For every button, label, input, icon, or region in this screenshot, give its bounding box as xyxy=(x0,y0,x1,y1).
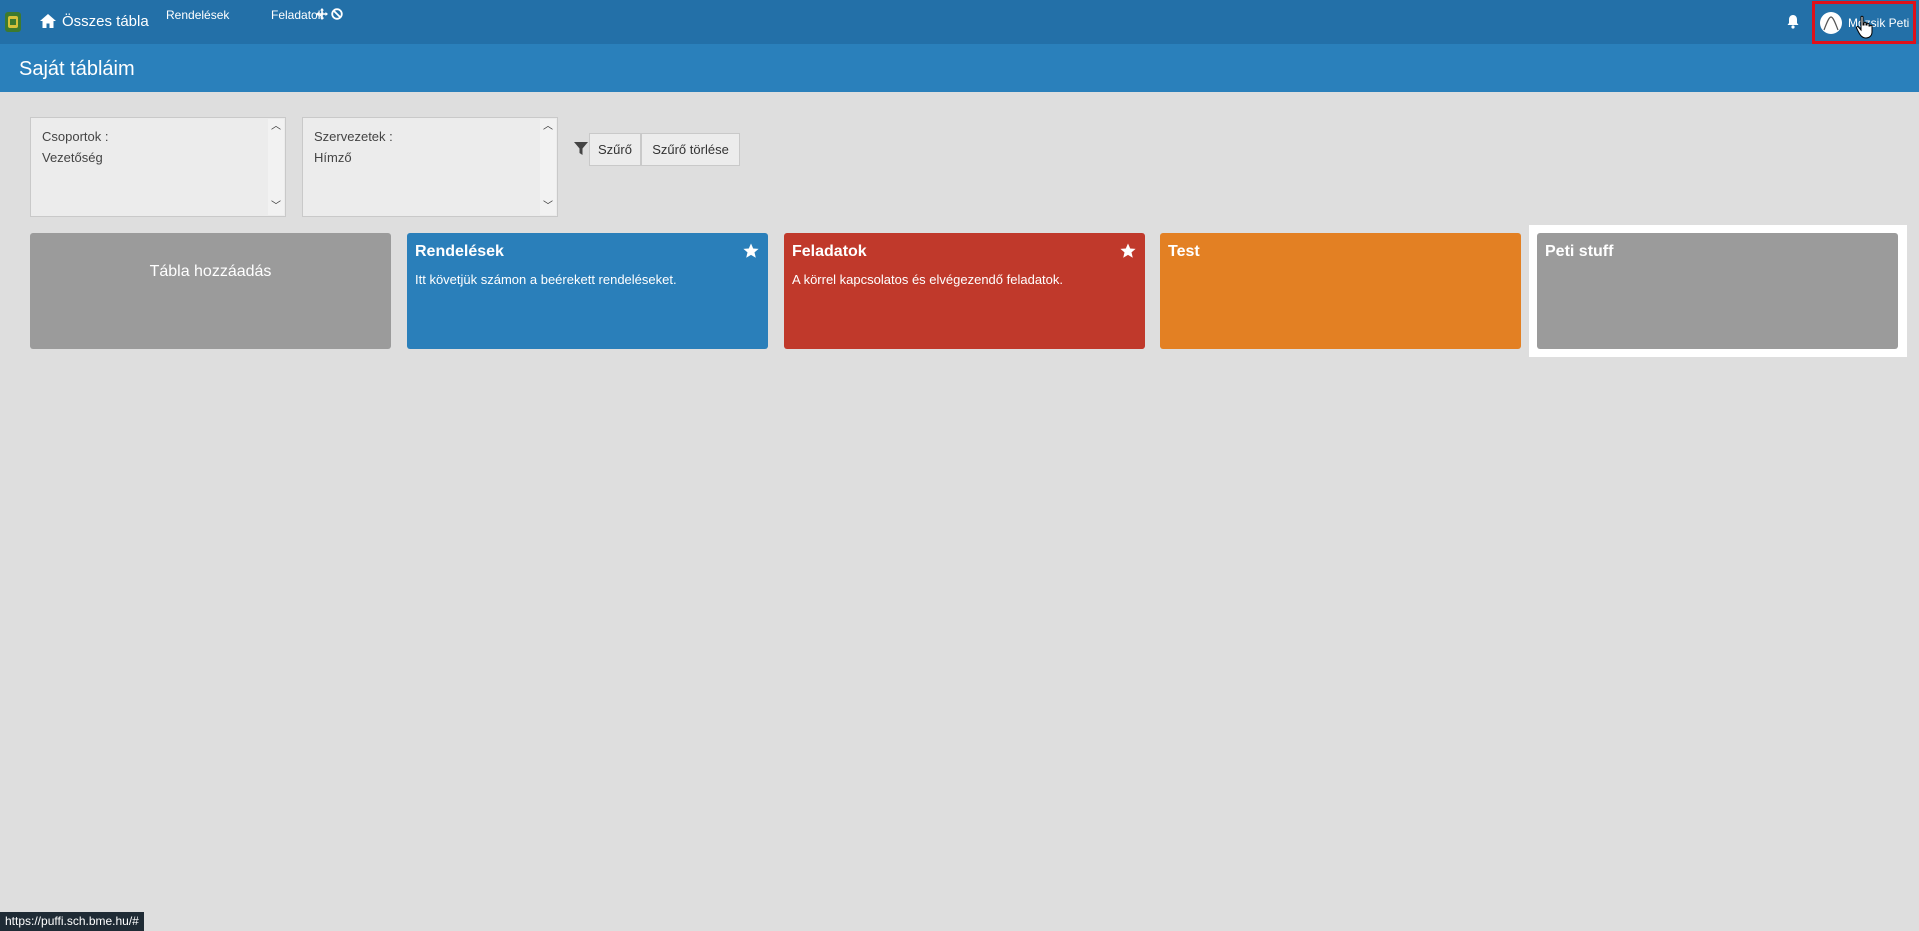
orgs-filter-label: Szervezetek : xyxy=(314,129,393,144)
notification-bell-icon[interactable] xyxy=(1786,14,1800,30)
hand-cursor-icon xyxy=(1855,15,1873,39)
ban-icon[interactable] xyxy=(331,8,343,20)
nav-orders[interactable]: Rendelések xyxy=(166,8,229,22)
board-description: A körrel kapcsolatos és elvégezendő fela… xyxy=(792,272,1064,287)
filter-button[interactable]: Szűrő xyxy=(589,133,641,166)
chevron-up-icon[interactable]: ︿ xyxy=(543,122,553,132)
orgs-filter-value[interactable]: Hímző xyxy=(314,150,352,165)
add-board-card[interactable]: Tábla hozzáadás xyxy=(30,233,391,349)
groups-filter-value[interactable]: Vezetőség xyxy=(42,150,103,165)
orgs-filter-select[interactable]: Szervezetek : Hímző ︿ ﹀ xyxy=(302,117,558,217)
board-card-tasks[interactable]: Feladatok A körrel kapcsolatos és elvége… xyxy=(784,233,1145,349)
top-navbar: Összes tábla Rendelések Feladatok Mozsik… xyxy=(0,0,1919,44)
star-icon[interactable] xyxy=(1120,243,1136,259)
groups-filter-scrollbar[interactable]: ︿ ﹀ xyxy=(268,119,284,215)
board-card-test[interactable]: Test xyxy=(1160,233,1521,349)
star-icon[interactable] xyxy=(743,243,759,259)
chevron-up-icon[interactable]: ︿ xyxy=(271,122,281,132)
board-description: Itt követjük számon a beérekett rendelés… xyxy=(415,272,677,287)
page-header: Saját tábláim xyxy=(0,44,1919,92)
nav-all-boards[interactable]: Összes tábla xyxy=(40,9,149,33)
status-url-bar: https://puffi.sch.bme.hu/# xyxy=(0,912,144,931)
orgs-filter-scrollbar[interactable]: ︿ ﹀ xyxy=(540,119,556,215)
move-icon[interactable] xyxy=(316,8,328,20)
groups-filter-select[interactable]: Csoportok : Vezetőség ︿ ﹀ xyxy=(30,117,286,217)
home-icon xyxy=(40,14,56,28)
board-title: Test xyxy=(1168,243,1200,260)
app-logo-icon[interactable] xyxy=(4,10,22,34)
chevron-down-icon[interactable]: ﹀ xyxy=(271,202,281,212)
add-board-label: Tábla hozzáadás xyxy=(149,263,272,280)
board-title: Peti stuff xyxy=(1545,243,1614,260)
board-title: Rendelések xyxy=(415,243,504,260)
board-title: Feladatok xyxy=(792,243,867,260)
nav-tools xyxy=(316,8,343,20)
clear-filter-button[interactable]: Szűrő törlése xyxy=(641,133,740,166)
filter-icon xyxy=(574,142,588,155)
page-title: Saját tábláim xyxy=(19,58,135,80)
avatar xyxy=(1820,11,1842,34)
board-card-peti-stuff[interactable]: Peti stuff xyxy=(1537,233,1898,349)
groups-filter-label: Csoportok : xyxy=(42,129,109,144)
board-card-orders[interactable]: Rendelések Itt követjük számon a beéreke… xyxy=(407,233,768,349)
nav-all-boards-label: Összes tábla xyxy=(62,12,149,30)
chevron-down-icon[interactable]: ﹀ xyxy=(543,202,553,212)
